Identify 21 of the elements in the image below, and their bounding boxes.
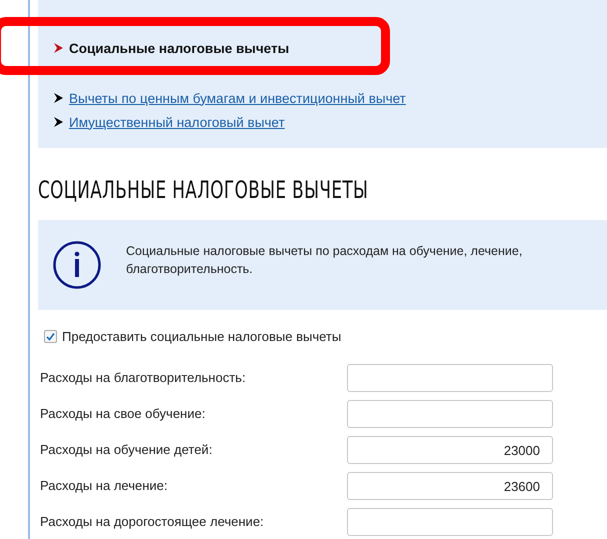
amount-field[interactable] <box>347 364 553 392</box>
field-label: Расходы на обучение детей: <box>39 442 214 456</box>
section-heading: СОЦИАЛЬНЫЕ НАЛОГОВЫЕ ВЫЧЕТЫ <box>38 176 370 204</box>
checkbox[interactable] <box>44 330 57 342</box>
field-label: Расходы на дорогостоящее лечение: <box>39 514 265 528</box>
arrow-icon <box>54 43 63 53</box>
nav-link[interactable]: Вычеты по ценным бумагам и инвестиционный вычет <box>69 90 406 106</box>
arrow-icon <box>54 93 63 103</box>
info-icon <box>52 240 102 290</box>
info-text: Социальные налоговые вычеты по расходам на обучение, лечение, благотворительность. <box>126 243 524 278</box>
arrow-icon <box>54 117 63 127</box>
field-label: Расходы на свое обучение: <box>39 406 206 420</box>
current-nav-item[interactable]: Социальные налоговые вычеты <box>69 40 290 56</box>
amount-field[interactable]: 23000 <box>347 436 553 464</box>
amount-field[interactable] <box>347 508 553 536</box>
nav-link[interactable]: Имущественный налоговый вычет <box>69 114 285 130</box>
checkbox-label: Предоставить социальные налоговые вычеты <box>62 328 342 344</box>
field-label: Расходы на благотворительность: <box>39 370 247 384</box>
field-label: Расходы на лечение: <box>39 478 168 492</box>
amount-field[interactable] <box>347 400 553 428</box>
amount-field[interactable]: 23600 <box>347 472 553 500</box>
